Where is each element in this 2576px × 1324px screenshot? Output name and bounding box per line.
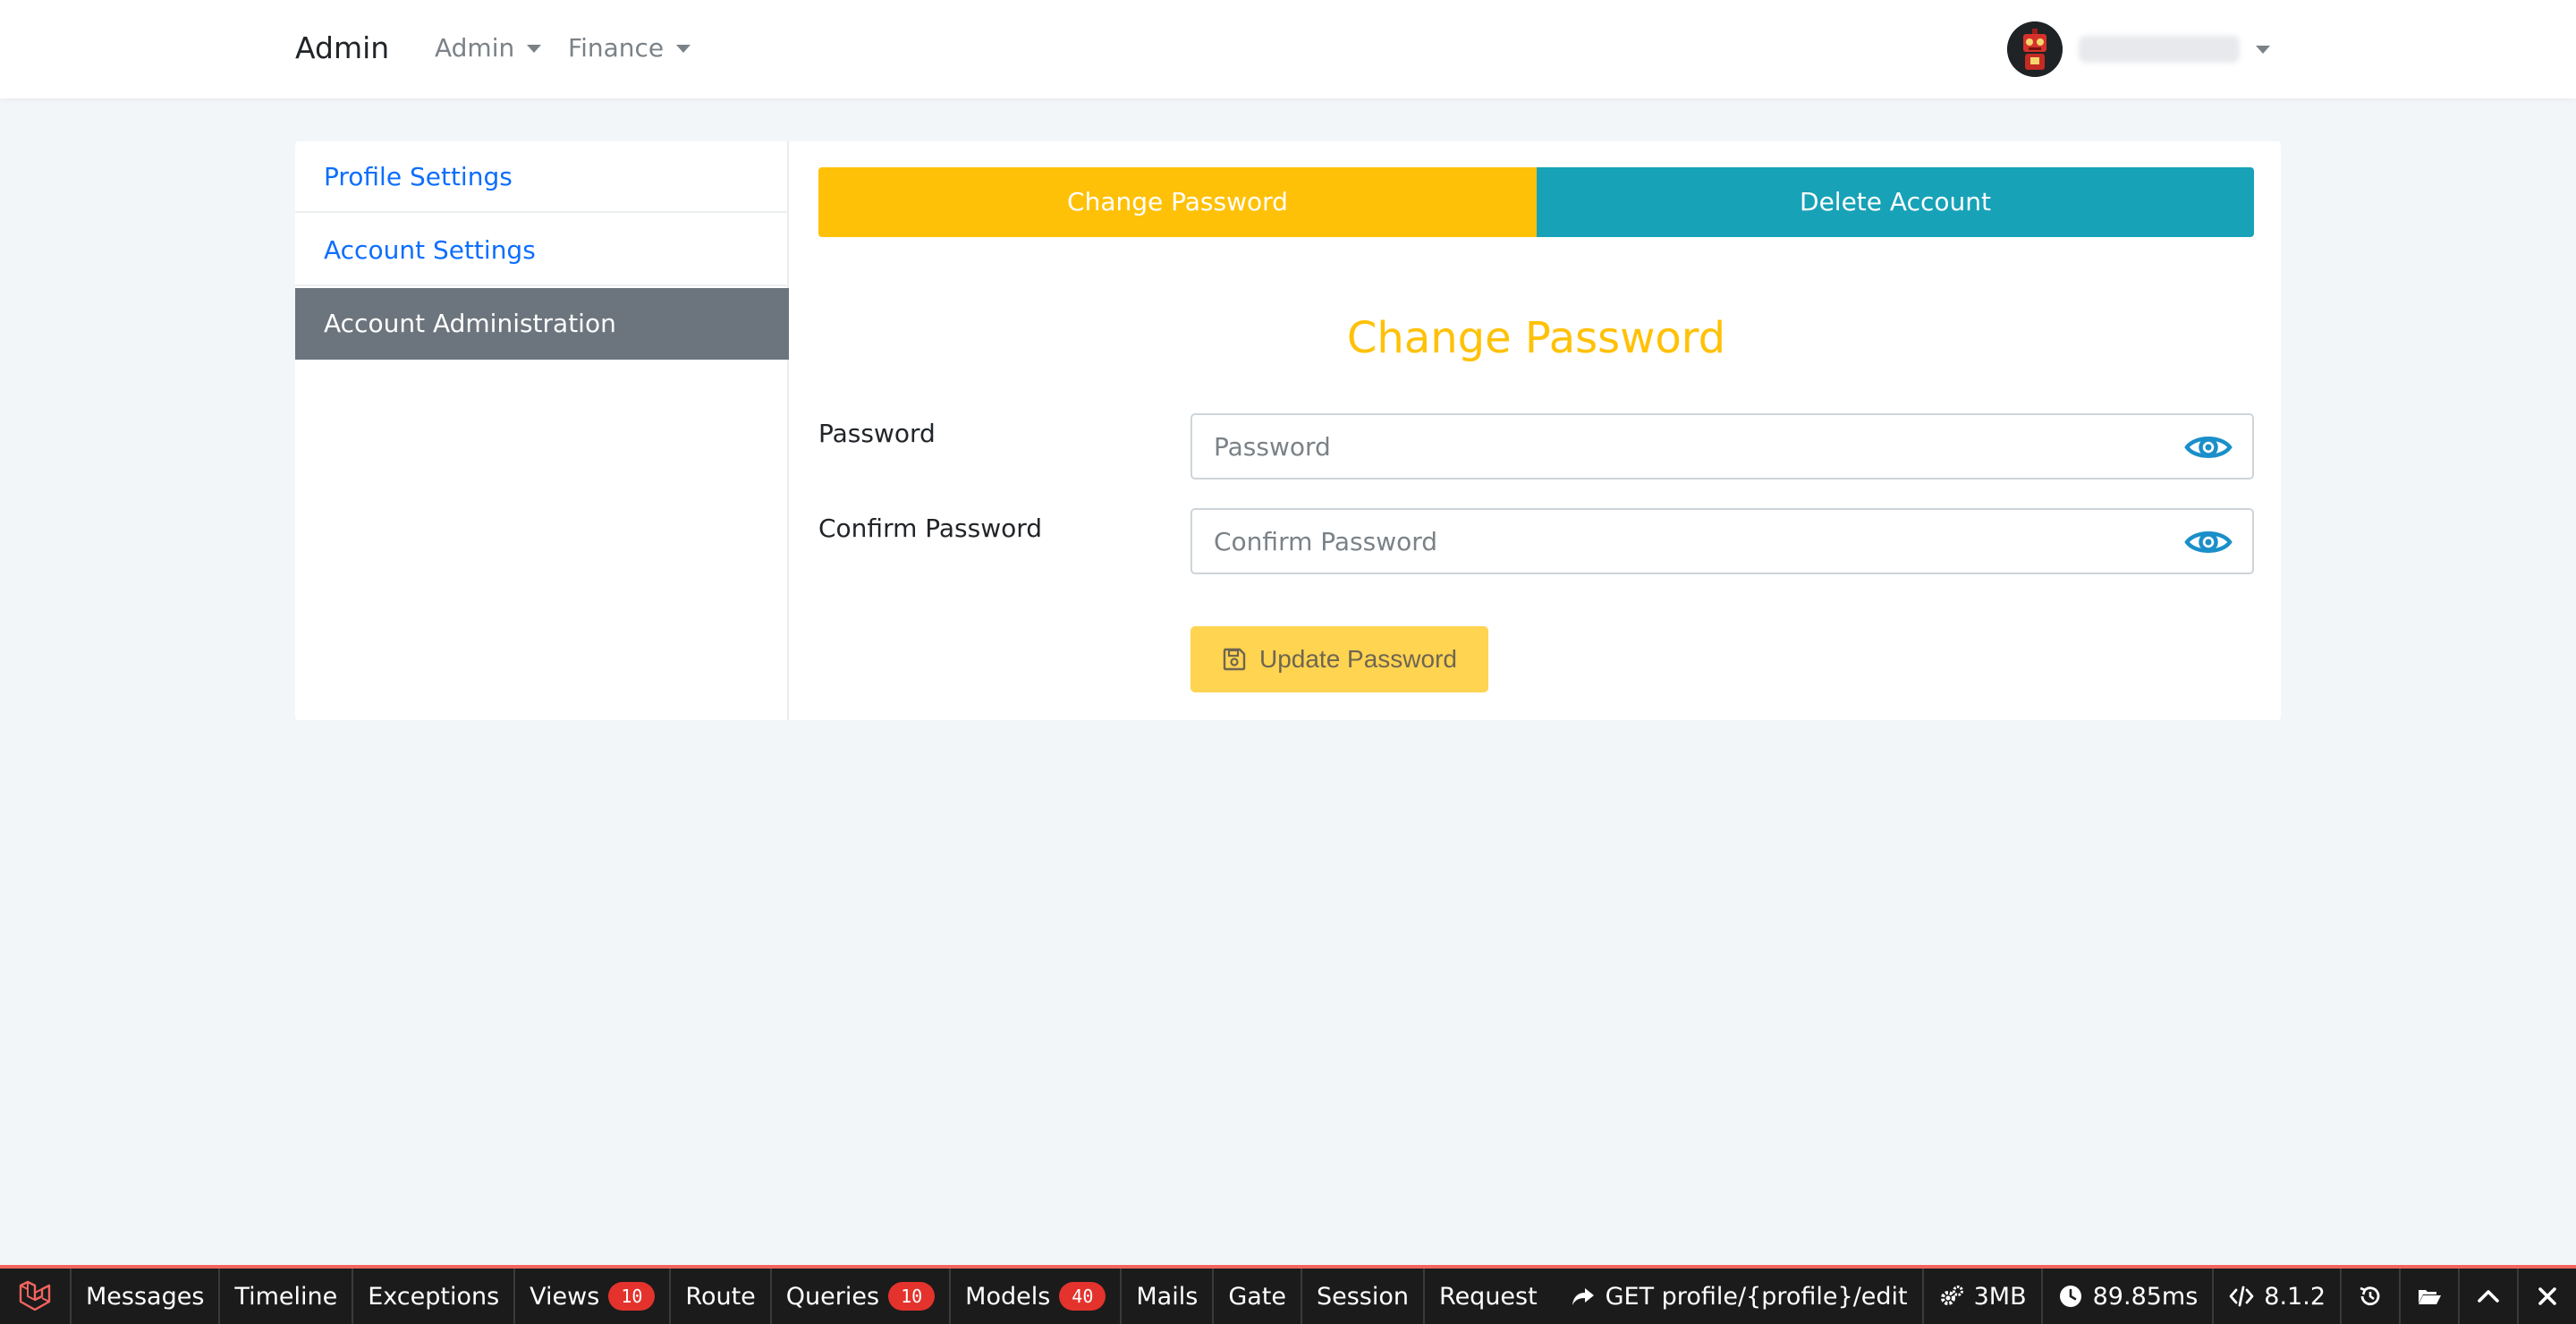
debug-count-badge: 10 xyxy=(608,1282,656,1311)
avatar xyxy=(2007,21,2063,77)
password-label: Password xyxy=(818,419,936,448)
admin-tabs: Change Password Delete Account xyxy=(818,167,2254,237)
debug-tab-label: Models xyxy=(965,1282,1051,1311)
share-arrow-icon xyxy=(1572,1288,1594,1305)
debug-bar-right: GET profile/{profile}/edit 3MB 89.85ms 8… xyxy=(1555,1269,2576,1324)
debug-bar: Messages Timeline Exceptions Views 10 Ro… xyxy=(0,1265,2576,1324)
debug-tab-request[interactable]: Request xyxy=(1425,1269,1552,1324)
debug-tab-route[interactable]: Route xyxy=(671,1269,772,1324)
nav-menu-admin[interactable]: Admin xyxy=(435,25,542,72)
tab-delete-account[interactable]: Delete Account xyxy=(1537,167,2254,237)
user-name-blurred xyxy=(2079,36,2240,63)
confirm-password-label: Confirm Password xyxy=(818,513,1043,543)
debug-tab-label: Timeline xyxy=(234,1282,338,1311)
debug-count-badge: 10 xyxy=(888,1282,936,1311)
debug-time-text: 89.85ms xyxy=(2092,1282,2199,1311)
eye-icon[interactable] xyxy=(2184,526,2233,558)
debug-tab-exceptions[interactable]: Exceptions xyxy=(353,1269,516,1324)
sidebar-item-account-administration[interactable]: Account Administration xyxy=(295,288,789,360)
laravel-logo-icon[interactable] xyxy=(0,1269,72,1324)
robot-avatar-icon xyxy=(2007,21,2063,77)
settings-sidebar: Profile Settings Account Settings Accoun… xyxy=(295,141,789,720)
debug-tab-models[interactable]: Models 40 xyxy=(951,1269,1123,1324)
debug-close-button[interactable] xyxy=(2517,1269,2576,1324)
debug-tab-label: Exceptions xyxy=(368,1282,500,1311)
debug-tab-label: Queries xyxy=(785,1282,880,1311)
debug-tab-label: Views xyxy=(530,1282,600,1311)
caret-down-icon xyxy=(2256,45,2270,54)
update-password-button[interactable]: Update Password xyxy=(1191,626,1488,692)
debug-maximize-button[interactable] xyxy=(2458,1269,2517,1324)
caret-down-icon xyxy=(676,44,691,53)
chevron-up-icon xyxy=(2478,1290,2499,1303)
debug-memory-text: 3MB xyxy=(1973,1282,2027,1311)
caret-down-icon xyxy=(527,44,542,53)
debug-tab-label: Route xyxy=(685,1282,756,1311)
debug-tab-queries[interactable]: Queries 10 xyxy=(772,1269,952,1324)
password-field-wrapper xyxy=(1191,413,2254,480)
nav-menu-finance[interactable]: Finance xyxy=(568,25,691,72)
debug-history-button[interactable] xyxy=(2340,1269,2399,1324)
sidebar-item-profile-settings[interactable]: Profile Settings xyxy=(295,141,789,213)
close-icon xyxy=(2538,1287,2556,1305)
history-icon xyxy=(2360,1286,2380,1306)
user-menu[interactable] xyxy=(2007,21,2270,77)
debug-tab-label: Session xyxy=(1316,1282,1410,1311)
debug-tab-label: Mails xyxy=(1136,1282,1199,1311)
password-input[interactable] xyxy=(1192,415,2176,478)
debug-open-button[interactable] xyxy=(2399,1269,2458,1324)
save-icon xyxy=(1223,648,1246,671)
tab-change-password[interactable]: Change Password xyxy=(818,167,1537,237)
debug-route-text: GET profile/{profile}/edit xyxy=(1605,1282,1908,1311)
debug-count-badge: 40 xyxy=(1059,1282,1106,1311)
debug-time-indicator[interactable]: 89.85ms xyxy=(2040,1269,2213,1324)
debug-tab-session[interactable]: Session xyxy=(1302,1269,1426,1324)
nav-menu-finance-label: Finance xyxy=(568,33,665,63)
debug-tab-label: Messages xyxy=(86,1282,205,1311)
sidebar-item-account-settings[interactable]: Account Settings xyxy=(295,215,789,286)
eye-icon[interactable] xyxy=(2184,431,2233,463)
debug-tab-label: Request xyxy=(1439,1282,1538,1311)
debug-tab-label: Gate xyxy=(1228,1282,1286,1311)
debug-php-version[interactable]: 8.1.2 xyxy=(2212,1269,2340,1324)
debug-route-indicator[interactable]: GET profile/{profile}/edit xyxy=(1555,1269,1922,1324)
clock-icon xyxy=(2059,1286,2081,1307)
confirm-password-field-wrapper xyxy=(1191,508,2254,574)
settings-content: Change Password Delete Account Change Pa… xyxy=(818,141,2254,720)
debug-memory-indicator[interactable]: 3MB xyxy=(1921,1269,2041,1324)
confirm-password-input[interactable] xyxy=(1192,510,2176,573)
brand-link[interactable]: Admin xyxy=(295,25,389,72)
top-navbar: Admin Admin Finance xyxy=(0,0,2576,98)
nav-menu-admin-label: Admin xyxy=(435,33,515,63)
debug-tab-timeline[interactable]: Timeline xyxy=(220,1269,354,1324)
debug-tab-messages[interactable]: Messages xyxy=(72,1269,221,1324)
debug-tab-mails[interactable]: Mails xyxy=(1122,1269,1215,1324)
code-icon xyxy=(2229,1286,2254,1307)
debug-tab-views[interactable]: Views 10 xyxy=(515,1269,672,1324)
form-title: Change Password xyxy=(1346,313,1726,363)
folder-open-icon xyxy=(2419,1290,2441,1304)
settings-card: Profile Settings Account Settings Accoun… xyxy=(295,141,2281,720)
cogs-icon xyxy=(1940,1286,1963,1305)
debug-php-version-text: 8.1.2 xyxy=(2264,1282,2326,1311)
debug-tab-gate[interactable]: Gate xyxy=(1214,1269,1302,1324)
update-password-label: Update Password xyxy=(1258,645,1457,673)
